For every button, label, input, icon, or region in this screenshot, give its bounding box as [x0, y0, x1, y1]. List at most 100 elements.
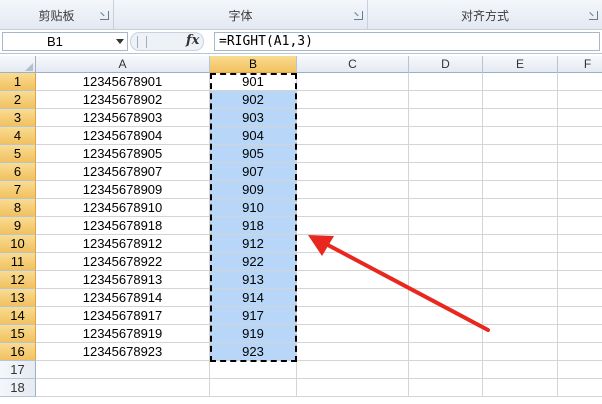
row-header[interactable]: 5: [0, 145, 36, 163]
cell-b[interactable]: 917: [210, 307, 297, 325]
cell-f[interactable]: [558, 109, 602, 127]
cell-a[interactable]: 12345678909: [36, 181, 210, 199]
cell-e[interactable]: [483, 271, 558, 289]
row-header[interactable]: 15: [0, 325, 36, 343]
column-header-d[interactable]: D: [409, 56, 483, 73]
cell-a[interactable]: 12345678902: [36, 91, 210, 109]
cell-a[interactable]: 12345678905: [36, 145, 210, 163]
cell-c[interactable]: [297, 271, 409, 289]
cell-a[interactable]: 12345678919: [36, 325, 210, 343]
cell-e[interactable]: [483, 289, 558, 307]
cell-e[interactable]: [483, 127, 558, 145]
worksheet-grid[interactable]: A B C D E F 1 12345678901 901 2 12345678902 9…: [0, 56, 602, 404]
cell-b[interactable]: 912: [210, 235, 297, 253]
cell-f[interactable]: [558, 181, 602, 199]
dialog-launcher-icon[interactable]: [354, 11, 363, 20]
cell-c[interactable]: [297, 127, 409, 145]
cell-c[interactable]: [297, 253, 409, 271]
cell-d[interactable]: [409, 109, 483, 127]
cell-f[interactable]: [558, 127, 602, 145]
column-header-e[interactable]: E: [483, 56, 558, 73]
row-header[interactable]: 18: [0, 379, 36, 397]
cell-c[interactable]: [297, 145, 409, 163]
cell-e[interactable]: [483, 145, 558, 163]
cell-d[interactable]: [409, 271, 483, 289]
cell-f[interactable]: [558, 289, 602, 307]
cell-a[interactable]: 12345678907: [36, 163, 210, 181]
column-header-f[interactable]: F: [558, 56, 602, 73]
ribbon-group-alignment[interactable]: 对齐方式: [368, 0, 602, 30]
cell-c[interactable]: [297, 379, 409, 397]
cell-c[interactable]: [297, 91, 409, 109]
cell-c[interactable]: [297, 343, 409, 361]
cell-b[interactable]: [210, 361, 297, 379]
cell-d[interactable]: [409, 163, 483, 181]
cell-c[interactable]: [297, 181, 409, 199]
cell-b[interactable]: 909: [210, 181, 297, 199]
cell-c[interactable]: [297, 361, 409, 379]
cell-a[interactable]: 12345678913: [36, 271, 210, 289]
cell-b[interactable]: 905: [210, 145, 297, 163]
cell-d[interactable]: [409, 199, 483, 217]
cell-e[interactable]: [483, 325, 558, 343]
row-header[interactable]: 6: [0, 163, 36, 181]
name-box[interactable]: B1: [2, 32, 128, 51]
cell-e[interactable]: [483, 73, 558, 91]
cell-d[interactable]: [409, 253, 483, 271]
cell-d[interactable]: [409, 235, 483, 253]
cell-d[interactable]: [409, 379, 483, 397]
cell-b[interactable]: 901: [210, 73, 297, 91]
cell-d[interactable]: [409, 127, 483, 145]
cell-f[interactable]: [558, 163, 602, 181]
cell-b[interactable]: 904: [210, 127, 297, 145]
cell-b[interactable]: 919: [210, 325, 297, 343]
cell-e[interactable]: [483, 343, 558, 361]
row-header[interactable]: 11: [0, 253, 36, 271]
dialog-launcher-icon[interactable]: [100, 11, 109, 20]
cell-b[interactable]: [210, 379, 297, 397]
cell-f[interactable]: [558, 271, 602, 289]
cell-d[interactable]: [409, 289, 483, 307]
row-header[interactable]: 8: [0, 199, 36, 217]
row-header[interactable]: 12: [0, 271, 36, 289]
cell-a[interactable]: [36, 379, 210, 397]
ribbon-group-clipboard[interactable]: 剪贴板: [0, 0, 114, 30]
cell-a[interactable]: 12345678912: [36, 235, 210, 253]
cell-c[interactable]: [297, 289, 409, 307]
cell-e[interactable]: [483, 235, 558, 253]
row-header[interactable]: 3: [0, 109, 36, 127]
cell-a[interactable]: 12345678914: [36, 289, 210, 307]
cell-c[interactable]: [297, 199, 409, 217]
cell-d[interactable]: [409, 343, 483, 361]
column-header-b[interactable]: B: [210, 56, 297, 73]
cell-d[interactable]: [409, 73, 483, 91]
row-header[interactable]: 17: [0, 361, 36, 379]
cell-f[interactable]: [558, 235, 602, 253]
cell-e[interactable]: [483, 91, 558, 109]
cell-a[interactable]: [36, 361, 210, 379]
chevron-down-icon[interactable]: [116, 39, 124, 44]
cell-d[interactable]: [409, 325, 483, 343]
cell-e[interactable]: [483, 361, 558, 379]
column-header-c[interactable]: C: [297, 56, 409, 73]
cell-a[interactable]: 12345678903: [36, 109, 210, 127]
cell-f[interactable]: [558, 361, 602, 379]
cell-b[interactable]: 914: [210, 289, 297, 307]
cell-d[interactable]: [409, 91, 483, 109]
cell-f[interactable]: [558, 73, 602, 91]
cell-a[interactable]: 12345678918: [36, 217, 210, 235]
insert-function-icon[interactable]: fx: [186, 33, 199, 48]
cell-b[interactable]: 913: [210, 271, 297, 289]
cell-f[interactable]: [558, 343, 602, 361]
cell-a[interactable]: 12345678923: [36, 343, 210, 361]
dialog-launcher-icon[interactable]: [589, 11, 598, 20]
cell-f[interactable]: [558, 379, 602, 397]
cell-e[interactable]: [483, 307, 558, 325]
cell-b[interactable]: 903: [210, 109, 297, 127]
cell-f[interactable]: [558, 199, 602, 217]
row-header[interactable]: 14: [0, 307, 36, 325]
row-header[interactable]: 1: [0, 73, 36, 91]
row-header[interactable]: 4: [0, 127, 36, 145]
cell-b[interactable]: 923: [210, 343, 297, 361]
cell-a[interactable]: 12345678910: [36, 199, 210, 217]
